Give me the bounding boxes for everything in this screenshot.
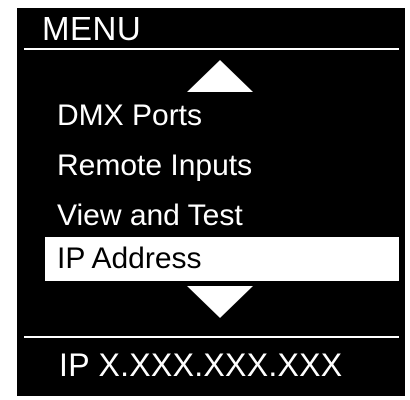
- menu-item-label: View and Test: [57, 199, 243, 232]
- title-divider: [24, 48, 399, 50]
- menu-item-view-and-test[interactable]: View and Test: [45, 194, 399, 238]
- menu-item-label: Remote Inputs: [57, 149, 253, 182]
- menu-item-label: IP Address: [57, 242, 202, 275]
- menu-item-dmx-ports[interactable]: DMX Ports: [45, 94, 399, 138]
- status-divider: [24, 336, 399, 338]
- ip-address-readout: IP X.XXX.XXX.XXX: [59, 347, 343, 383]
- menu-item-ip-address[interactable]: IP Address: [45, 237, 399, 281]
- menu-title: MENU: [42, 10, 142, 47]
- triangle-down-icon[interactable]: [187, 286, 253, 318]
- device-menu-screen: MENU DMX Ports Remote Inputs View and Te…: [17, 8, 405, 396]
- menu-item-remote-inputs[interactable]: Remote Inputs: [45, 144, 399, 188]
- menu-item-label: DMX Ports: [57, 99, 203, 132]
- triangle-up-icon[interactable]: [187, 60, 253, 92]
